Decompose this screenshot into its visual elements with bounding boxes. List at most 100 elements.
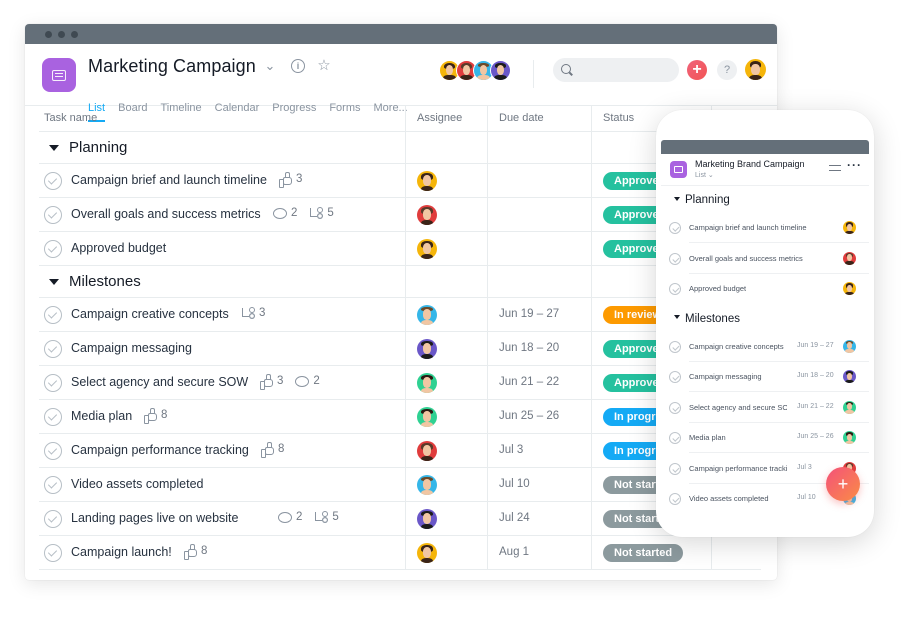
mobile-task-row[interactable]: Overall goals and success metrics bbox=[669, 244, 869, 274]
task-name[interactable]: Campaign creative concepts bbox=[71, 307, 229, 321]
caret-down-icon[interactable] bbox=[49, 145, 59, 151]
table-row[interactable]: Video assets completed Jul 10 Not started bbox=[39, 468, 761, 502]
avatar[interactable] bbox=[417, 339, 437, 359]
user-avatar[interactable] bbox=[745, 59, 766, 85]
avatar[interactable] bbox=[843, 370, 856, 383]
assignee-avatar[interactable] bbox=[843, 339, 856, 358]
assignee-avatar[interactable] bbox=[843, 251, 856, 270]
mobile-task-row[interactable]: Media plan Jun 25 – 26 bbox=[669, 423, 869, 453]
column-header-assignee[interactable]: Assignee bbox=[417, 112, 462, 124]
star-icon[interactable]: ☆ bbox=[316, 57, 332, 74]
table-row[interactable]: Campaign brief and launch timeline 3 Appro… bbox=[39, 164, 761, 198]
assignee-cell[interactable] bbox=[417, 339, 437, 364]
task-name[interactable]: Video assets completed bbox=[71, 477, 204, 491]
caret-down-icon[interactable] bbox=[49, 279, 59, 285]
avatar[interactable] bbox=[843, 431, 856, 444]
table-row[interactable]: Overall goals and success metrics 2 5 Appro… bbox=[39, 198, 761, 232]
like-icon[interactable] bbox=[279, 172, 292, 188]
comment-icon[interactable] bbox=[295, 375, 310, 387]
more-options-icon[interactable]: ··· bbox=[847, 158, 862, 172]
mobile-section-header[interactable]: Planning bbox=[674, 194, 730, 206]
filter-icon[interactable] bbox=[829, 163, 841, 173]
like-icon[interactable] bbox=[260, 374, 273, 390]
task-name[interactable]: Approved budget bbox=[71, 241, 166, 255]
table-row[interactable]: Landing pages live on website 2 5 Jul 24 Not… bbox=[39, 502, 761, 536]
assignee-cell[interactable] bbox=[417, 407, 437, 432]
complete-checkbox[interactable] bbox=[669, 493, 681, 505]
table-row[interactable]: Campaign launch! 8 Aug 1 Not started bbox=[39, 536, 761, 570]
complete-checkbox[interactable] bbox=[669, 283, 681, 295]
like-icon[interactable] bbox=[144, 408, 157, 424]
due-date[interactable]: Jul 3 bbox=[499, 444, 523, 456]
caret-down-icon[interactable] bbox=[674, 315, 680, 320]
complete-checkbox[interactable] bbox=[44, 544, 62, 562]
avatar[interactable] bbox=[843, 282, 856, 295]
caret-down-icon[interactable] bbox=[674, 196, 680, 201]
complete-checkbox[interactable] bbox=[669, 252, 681, 265]
complete-checkbox[interactable] bbox=[44, 206, 62, 224]
column-header-task[interactable]: Task name bbox=[44, 112, 97, 124]
table-row[interactable]: Approved budget Approved bbox=[39, 232, 761, 266]
complete-checkbox[interactable] bbox=[44, 442, 62, 460]
search-input[interactable] bbox=[553, 58, 679, 82]
avatar[interactable] bbox=[745, 59, 766, 80]
like-icon[interactable] bbox=[184, 544, 197, 560]
add-task-fab[interactable]: + bbox=[826, 467, 860, 501]
assignee-cell[interactable] bbox=[417, 509, 437, 534]
avatar[interactable] bbox=[417, 205, 437, 225]
task-name[interactable]: Campaign brief and launch timeline bbox=[71, 173, 267, 187]
assignee-avatar[interactable] bbox=[843, 221, 856, 239]
project-members[interactable] bbox=[439, 60, 511, 81]
table-row[interactable]: Campaign performance tracking 8 Jul 3 In pr… bbox=[39, 434, 761, 468]
task-name[interactable]: Campaign messaging bbox=[71, 341, 192, 355]
view-selector[interactable]: List ⌄ bbox=[695, 171, 714, 179]
avatar[interactable] bbox=[843, 400, 856, 414]
comment-icon[interactable] bbox=[278, 511, 292, 523]
assignee-cell[interactable] bbox=[417, 171, 437, 196]
due-date[interactable]: Jun 18 – 20 bbox=[499, 342, 559, 354]
info-icon[interactable]: i bbox=[291, 59, 305, 73]
complete-checkbox[interactable] bbox=[44, 510, 62, 528]
chevron-down-icon[interactable]: ⌄ bbox=[263, 58, 277, 73]
window-minimize-dot[interactable] bbox=[58, 31, 65, 38]
task-name[interactable]: Media plan bbox=[71, 409, 132, 423]
avatar[interactable] bbox=[417, 407, 437, 427]
task-name[interactable]: Campaign launch! bbox=[71, 545, 172, 559]
complete-checkbox[interactable] bbox=[44, 374, 62, 392]
section-header[interactable]: Milestones bbox=[39, 266, 761, 298]
table-row[interactable]: Media plan 8 Jun 25 – 26 In progress bbox=[39, 400, 761, 434]
table-row[interactable]: Select agency and secure SOW 3 2 Jun 21 – 2… bbox=[39, 366, 761, 400]
complete-checkbox[interactable] bbox=[669, 401, 681, 414]
task-name[interactable]: Overall goals and success metrics bbox=[71, 207, 261, 221]
complete-checkbox[interactable] bbox=[44, 306, 62, 324]
avatar[interactable] bbox=[417, 543, 437, 563]
due-date[interactable]: Jul 10 bbox=[499, 478, 530, 490]
mobile-task-row[interactable]: Select agency and secure SOW Jun 21 – 22 bbox=[669, 393, 869, 423]
avatar[interactable] bbox=[417, 441, 437, 461]
window-maximize-dot[interactable] bbox=[71, 31, 78, 38]
subtask-icon[interactable] bbox=[314, 511, 329, 523]
comment-icon[interactable] bbox=[273, 207, 287, 219]
mobile-task-row[interactable]: Campaign creative concepts Jun 19 – 27 bbox=[669, 332, 869, 362]
due-date[interactable]: Jun 19 – 27 bbox=[499, 308, 559, 320]
subtask-icon[interactable] bbox=[309, 207, 324, 219]
due-date[interactable]: Aug 1 bbox=[499, 546, 529, 558]
complete-checkbox[interactable] bbox=[44, 240, 62, 258]
assignee-avatar[interactable] bbox=[843, 431, 856, 449]
due-date[interactable]: Jun 21 – 22 bbox=[499, 376, 559, 388]
assignee-avatar[interactable] bbox=[843, 282, 856, 300]
complete-checkbox[interactable] bbox=[44, 476, 62, 494]
complete-checkbox[interactable] bbox=[669, 432, 681, 444]
window-close-dot[interactable] bbox=[45, 31, 52, 38]
complete-checkbox[interactable] bbox=[669, 371, 681, 383]
due-date[interactable]: Jun 25 – 26 bbox=[499, 410, 559, 422]
avatar[interactable] bbox=[417, 509, 437, 529]
mobile-task-row[interactable]: Campaign messaging Jun 18 – 20 bbox=[669, 362, 869, 392]
section-header[interactable]: Planning bbox=[39, 132, 761, 164]
mobile-task-row[interactable]: Approved budget bbox=[669, 274, 869, 304]
assignee-cell[interactable] bbox=[417, 475, 437, 500]
assignee-cell[interactable] bbox=[417, 305, 437, 330]
complete-checkbox[interactable] bbox=[669, 222, 681, 234]
assignee-cell[interactable] bbox=[417, 543, 437, 568]
assignee-cell[interactable] bbox=[417, 239, 437, 264]
